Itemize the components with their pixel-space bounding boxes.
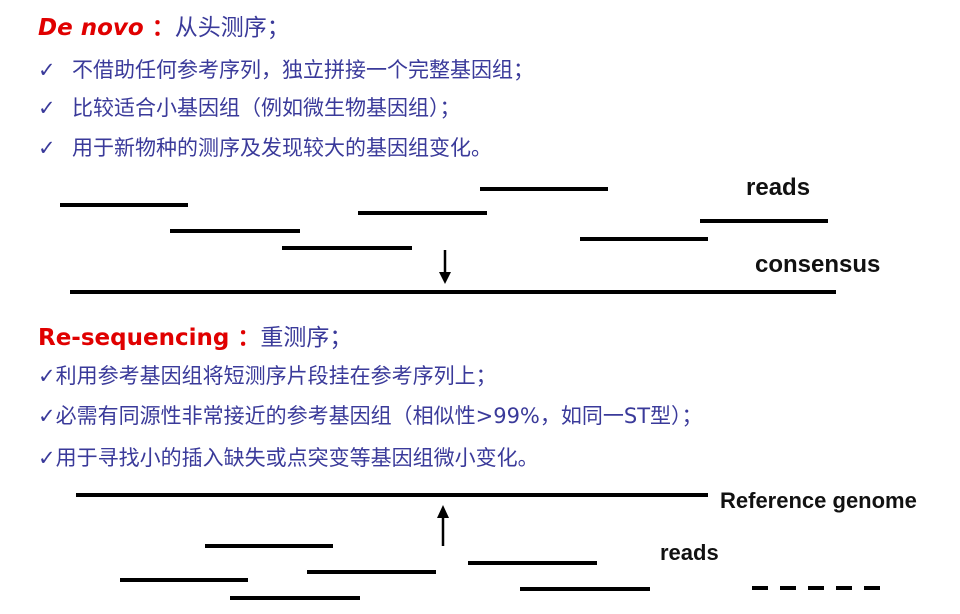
diagram-graphics <box>60 187 880 600</box>
arrow-up-icon <box>437 505 449 518</box>
arrow-down-icon <box>439 272 451 284</box>
